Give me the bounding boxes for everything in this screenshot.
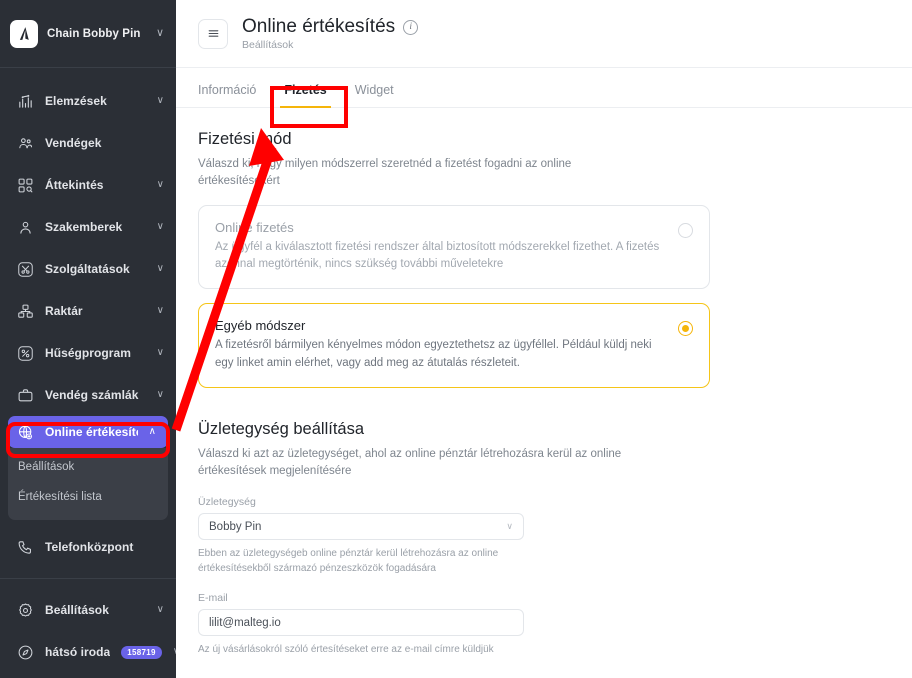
sidebar-item-label: Elemzések xyxy=(45,94,107,108)
brand-name: Chain Bobby Pin xyxy=(47,27,141,40)
sidebar-subnav: Beállítások Értékesítési lista xyxy=(8,448,168,520)
sidebar-item-label: Hűségprogram xyxy=(45,346,131,360)
sidebar-item-husegprogram[interactable]: Hűségprogram ∨ xyxy=(0,332,176,374)
option-description: Az ügyfél a kiválasztott fizetési rendsz… xyxy=(215,240,660,271)
email-input-value: lilit@malteg.io xyxy=(209,616,281,629)
email-field-label: E-mail xyxy=(198,592,228,605)
page-title: Online értékesítés xyxy=(242,16,396,37)
topbar: Online értékesítés i Beállítások xyxy=(176,0,912,68)
business-section-description: Válaszd ki azt az üzletegységet, ahol az… xyxy=(198,447,622,477)
sidebar-subitem-label: Értékesítési lista xyxy=(18,491,102,503)
tab-fizetes[interactable]: Fizetés xyxy=(270,83,340,108)
analytics-icon xyxy=(16,92,34,110)
sidebar-item-label: Szakemberek xyxy=(45,220,123,234)
sidebar-item-beallitasok[interactable]: Beállítások ∨ xyxy=(0,589,176,631)
chevron-down-icon[interactable]: ∨ xyxy=(157,605,164,615)
unit-select-value: Bobby Pin xyxy=(209,520,262,533)
info-icon[interactable]: i xyxy=(403,19,419,35)
compass-icon xyxy=(16,643,34,661)
sidebar-item-label: Raktár xyxy=(45,304,83,318)
tab-widget[interactable]: Widget xyxy=(341,83,408,107)
tab-informacio[interactable]: Információ xyxy=(198,83,270,107)
chevron-down-icon[interactable]: ∨ xyxy=(157,222,164,232)
page-heading-group: Online értékesítés i Beállítások xyxy=(242,16,419,51)
sidebar-nav: Elemzések ∨ Vendégek Áttekintés ∨ Szakem… xyxy=(0,68,176,673)
sidebar-divider xyxy=(0,578,176,579)
sidebar-item-szakemberek[interactable]: Szakemberek ∨ xyxy=(0,206,176,248)
option-title: Egyéb módszer xyxy=(215,318,306,334)
chevron-down-icon[interactable]: ∨ xyxy=(157,264,164,274)
briefcase-icon xyxy=(16,386,34,404)
sidebar-item-online-ertekesites[interactable]: Online értékesítés ∧ xyxy=(8,416,168,448)
sidebar-subitem-beallitasok[interactable]: Beállítások xyxy=(8,452,168,482)
option-body: Egyéb módszer A fizetésről bármilyen kén… xyxy=(215,318,666,373)
payment-section-title: Fizetési mód xyxy=(198,130,292,148)
payment-option-online[interactable]: Online fizetés Az ügyfél a kiválasztott … xyxy=(198,204,710,290)
chevron-down-icon[interactable]: ∨ xyxy=(157,390,164,400)
payment-section-description: Válaszd ki, hogy milyen módszerrel szere… xyxy=(198,158,572,188)
email-input[interactable]: lilit@malteg.io xyxy=(198,609,524,637)
percent-icon xyxy=(16,344,34,362)
gear-icon xyxy=(16,601,34,619)
chevron-down-icon[interactable]: ∨ xyxy=(157,306,164,316)
logo-mark-icon xyxy=(10,19,38,48)
tab-bar: Információ Fizetés Widget xyxy=(176,68,912,108)
overview-icon xyxy=(16,176,34,194)
tab-label: Widget xyxy=(354,83,394,97)
phone-icon xyxy=(16,538,34,556)
sidebar: Chain Bobby Pin ∨ Elemzések ∨ Vendégek Á… xyxy=(0,0,176,678)
status-badge: 158719 xyxy=(121,645,162,659)
sidebar-item-hatso-iroda[interactable]: hátsó iroda 158719 ∨ xyxy=(0,631,176,673)
sidebar-item-elemzesek[interactable]: Elemzések ∨ xyxy=(0,80,176,122)
sidebar-item-label: Áttekintés xyxy=(45,178,104,192)
sidebar-item-label: hátsó iroda xyxy=(45,645,111,659)
person-icon xyxy=(16,218,34,236)
sidebar-subitem-label: Beállítások xyxy=(18,461,75,473)
chevron-down-icon[interactable]: ∨ xyxy=(506,521,513,532)
radio-online-fizetes[interactable] xyxy=(678,222,693,238)
chevron-down-icon[interactable]: ∨ xyxy=(157,180,164,190)
warehouse-icon xyxy=(16,302,34,320)
sidebar-item-vendeg-szamlak[interactable]: Vendég számlák ∨ xyxy=(0,374,176,416)
settings-content: Fizetési mód Válaszd ki, hogy milyen mód… xyxy=(176,108,912,657)
sidebar-item-label: Telefonközpont xyxy=(45,540,134,554)
scissors-icon xyxy=(16,260,34,278)
sidebar-item-attekintes[interactable]: Áttekintés ∨ xyxy=(0,164,176,206)
sidebar-subitem-ertekesitesi-lista[interactable]: Értékesítési lista xyxy=(8,482,168,512)
brand-header[interactable]: Chain Bobby Pin ∨ xyxy=(0,0,176,68)
sidebar-item-label: Beállítások xyxy=(45,603,109,617)
sidebar-item-label: Szolgáltatások xyxy=(45,262,130,276)
main-content: Online értékesítés i Beállítások Informá… xyxy=(176,0,912,678)
business-section-title: Üzletegység beállítása xyxy=(198,419,365,438)
page-subtitle: Beállítások xyxy=(242,39,294,51)
guests-icon xyxy=(16,134,34,152)
sidebar-item-raktar[interactable]: Raktár ∨ xyxy=(0,290,176,332)
option-description: A fizetésről bármilyen kényelmes módon e… xyxy=(215,339,652,369)
tab-label: Fizetés xyxy=(284,83,327,97)
chevron-up-icon[interactable]: ∧ xyxy=(149,427,156,437)
sidebar-item-vendegek[interactable]: Vendégek xyxy=(0,122,176,164)
payment-option-egyeb[interactable]: Egyéb módszer A fizetésről bármilyen kén… xyxy=(198,303,710,388)
unit-hint: Ebben az üzletegységeb online pénztár ke… xyxy=(198,548,499,575)
globe-icon xyxy=(16,423,34,441)
chevron-down-icon[interactable]: ∨ xyxy=(156,28,164,39)
option-title: Online fizetés xyxy=(215,219,294,235)
unit-field-label: Üzletegység xyxy=(198,496,256,509)
sidebar-item-label: Online értékesítés xyxy=(45,425,138,439)
radio-egyeb-modszer[interactable] xyxy=(678,321,693,337)
app-root: Chain Bobby Pin ∨ Elemzések ∨ Vendégek Á… xyxy=(0,0,912,678)
sidebar-item-label: Vendégek xyxy=(45,136,102,150)
unit-select[interactable]: Bobby Pin ∨ xyxy=(198,513,524,541)
email-hint: Az új vásárlásokról szóló értesítéseket … xyxy=(198,644,494,656)
business-section: Üzletegység beállítása Válaszd ki azt az… xyxy=(198,420,890,658)
tab-label: Információ xyxy=(198,83,257,97)
hamburger-icon[interactable] xyxy=(198,18,228,49)
sidebar-item-label: Vendég számlák xyxy=(45,388,139,402)
sidebar-item-telefonkozpont[interactable]: Telefonközpont xyxy=(0,526,176,568)
chevron-down-icon[interactable]: ∨ xyxy=(157,96,164,106)
chevron-down-icon[interactable]: ∨ xyxy=(157,348,164,358)
sidebar-item-szolgaltatasok[interactable]: Szolgáltatások ∨ xyxy=(0,248,176,290)
option-body: Online fizetés Az ügyfél a kiválasztott … xyxy=(215,220,666,275)
